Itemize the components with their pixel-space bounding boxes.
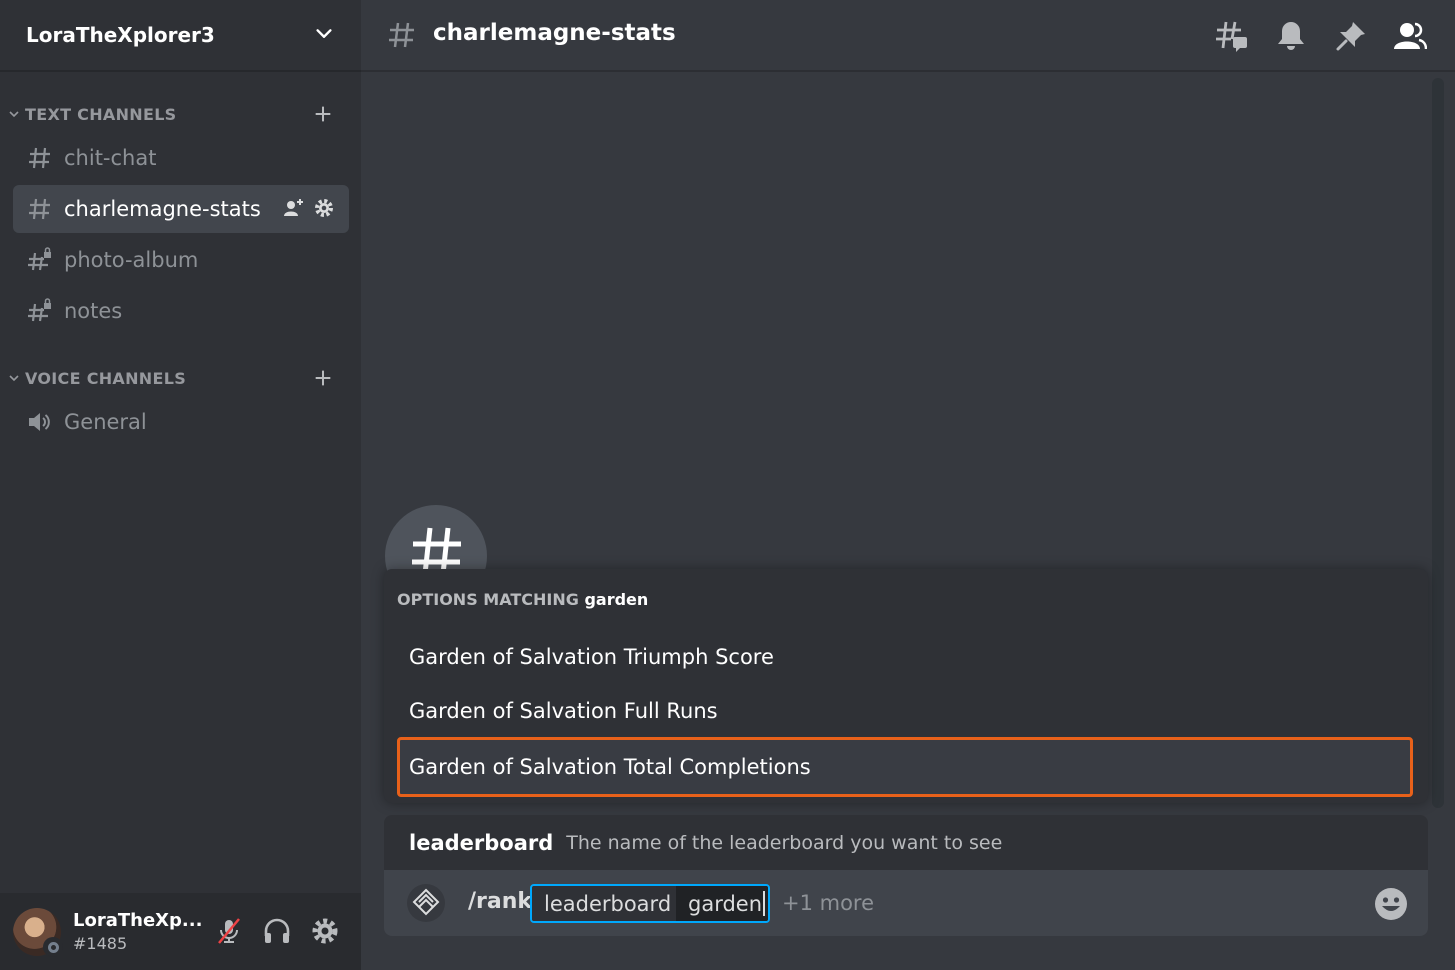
- chevron-down-icon[interactable]: [313, 23, 335, 45]
- pin-icon[interactable]: [1334, 19, 1368, 53]
- autocomplete-heading-prefix: OPTIONS MATCHING: [397, 590, 579, 609]
- hashtag-icon: [29, 147, 50, 169]
- channel-label: General: [64, 410, 147, 434]
- option-value-input[interactable]: garden: [676, 886, 768, 921]
- offline-status-icon: [43, 937, 63, 957]
- channel-actions: [283, 197, 335, 219]
- text-caret: [763, 891, 766, 916]
- channel-label: notes: [64, 299, 123, 323]
- autocomplete-option-selected[interactable]: Garden of Salvation Total Completions: [397, 737, 1413, 797]
- add-channel-icon[interactable]: [312, 367, 334, 389]
- member-list-icon[interactable]: [1393, 19, 1427, 53]
- channel-header: charlemagne-stats: [361, 0, 1455, 72]
- channel-photo-album[interactable]: photo-album: [13, 236, 349, 284]
- hashtag-icon: [29, 198, 50, 220]
- locked-hashtag-icon: [28, 298, 51, 322]
- category-text-channels[interactable]: TEXT CHANNELS: [8, 100, 348, 128]
- scrollbar[interactable]: [1432, 78, 1444, 808]
- speaker-icon: [29, 413, 50, 431]
- channel-general-voice[interactable]: General: [13, 398, 349, 446]
- command-option-pill[interactable]: leaderboard garden: [530, 884, 770, 923]
- channel-charlemagne-stats[interactable]: charlemagne-stats: [13, 185, 349, 233]
- option-value-text: garden: [688, 891, 763, 916]
- category-label: VOICE CHANNELS: [25, 368, 187, 388]
- chevron-down-icon: [9, 111, 19, 118]
- username: LoraTheXp...: [73, 910, 203, 931]
- option-name-chip: leaderboard: [532, 886, 676, 921]
- option-description: The name of the leaderboard you want to …: [566, 831, 1003, 854]
- autocomplete-option[interactable]: Garden of Salvation Full Runs: [397, 685, 1413, 737]
- autocomplete-option[interactable]: Garden of Salvation Triumph Score: [397, 631, 1413, 683]
- option-name: leaderboard: [409, 830, 554, 855]
- gear-icon[interactable]: [310, 916, 340, 946]
- more-options-label[interactable]: +1 more: [782, 891, 874, 915]
- locked-hashtag-icon: [28, 247, 51, 271]
- server-header[interactable]: LoraTheXplorer3: [0, 0, 361, 72]
- channel-notes[interactable]: notes: [13, 287, 349, 335]
- channel-label: photo-album: [64, 248, 199, 272]
- threads-icon[interactable]: [1215, 19, 1249, 53]
- option-label: Garden of Salvation Triumph Score: [409, 645, 774, 669]
- slash-command: /rank: [468, 889, 533, 914]
- headphones-icon[interactable]: [262, 916, 292, 946]
- user-discriminator: #1485: [73, 934, 128, 953]
- command-option-hint: leaderboard The name of the leaderboard …: [384, 815, 1428, 870]
- create-invite-icon[interactable]: [283, 197, 305, 219]
- autocomplete-heading: OPTIONS MATCHING garden: [397, 590, 648, 609]
- bell-icon[interactable]: [1274, 19, 1308, 53]
- channel-sidebar: LoraTheXplorer3 TEXT CHANNELS chit-chat …: [0, 0, 361, 970]
- category-voice-channels[interactable]: VOICE CHANNELS: [8, 364, 348, 392]
- server-name: LoraTheXplorer3: [26, 23, 215, 47]
- channel-label: charlemagne-stats: [64, 197, 261, 221]
- channel-title: charlemagne-stats: [433, 20, 676, 46]
- bot-app-icon: [407, 884, 445, 922]
- channel-label: chit-chat: [64, 146, 157, 170]
- message-composer[interactable]: /rank leaderboard garden +1 more: [384, 870, 1428, 936]
- emoji-icon[interactable]: [1373, 886, 1409, 922]
- option-label: Garden of Salvation Full Runs: [409, 699, 718, 723]
- option-label: Garden of Salvation Total Completions: [409, 755, 811, 779]
- autocomplete-popup: OPTIONS MATCHING garden Garden of Salvat…: [384, 569, 1428, 803]
- hashtag-icon: [389, 22, 414, 48]
- gear-icon[interactable]: [313, 197, 335, 219]
- autocomplete-query: garden: [584, 590, 649, 609]
- category-label: TEXT CHANNELS: [25, 104, 177, 124]
- add-channel-icon[interactable]: [312, 103, 334, 125]
- chevron-down-icon: [9, 375, 19, 382]
- mute-microphone-icon[interactable]: [214, 916, 244, 946]
- channel-chit-chat[interactable]: chit-chat: [13, 134, 349, 182]
